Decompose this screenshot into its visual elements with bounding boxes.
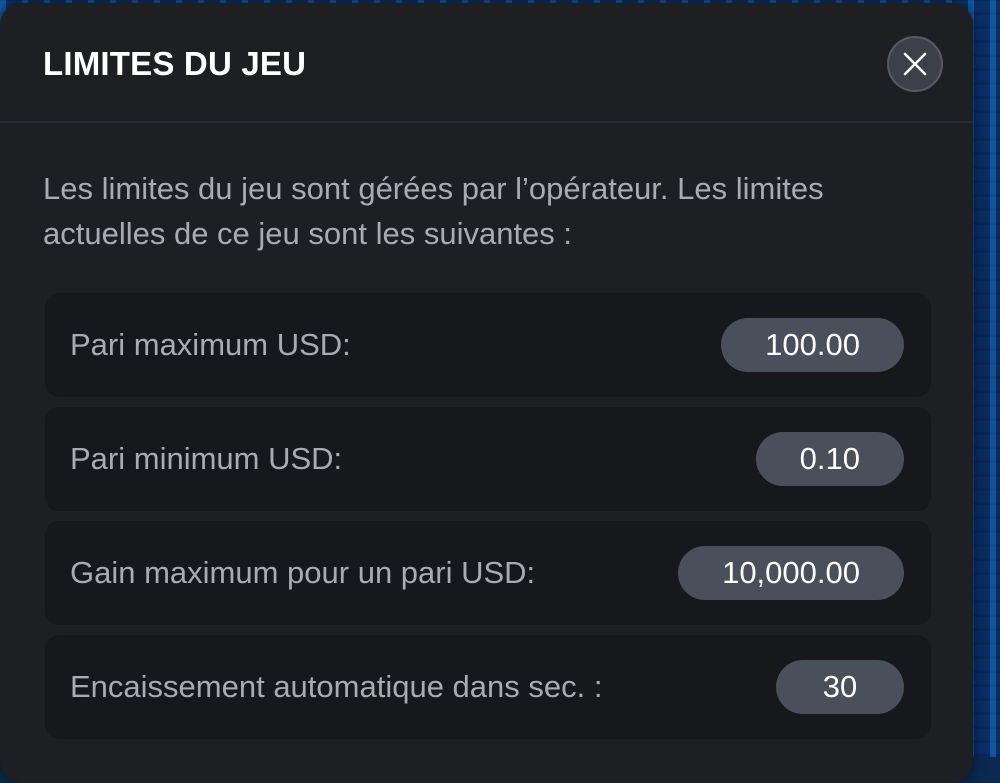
limit-label: Gain maximum pour un pari USD: [70,555,536,590]
limit-label: Pari minimum USD: [70,441,343,476]
limit-value: 10,000.00 [678,546,904,600]
limit-row-min-bet: Pari minimum USD: 0.10 [45,407,931,511]
modal-header: LIMITES DU JEU [0,3,973,123]
limit-row-max-bet: Pari maximum USD: 100.00 [45,293,931,397]
modal-title: LIMITES DU JEU [43,45,307,82]
limit-value: 100.00 [721,318,904,372]
limit-row-auto-cashout: Encaissement automatique dans sec. : 30 [45,635,931,739]
close-icon [903,52,927,76]
limit-label: Pari maximum USD: [70,327,351,362]
limit-value: 30 [776,660,904,714]
limit-row-max-win: Gain maximum pour un pari USD: 10,000.00 [45,521,931,625]
limit-label: Encaissement automatique dans sec. : [70,669,603,704]
close-button[interactable] [887,36,943,92]
game-limits-modal: LIMITES DU JEU Les limites du jeu sont g… [0,3,973,783]
limit-value: 0.10 [755,432,904,486]
limits-list: Pari maximum USD: 100.00 Pari minimum US… [45,293,931,749]
limits-description: Les limites du jeu sont gérées par l’opé… [43,171,824,251]
